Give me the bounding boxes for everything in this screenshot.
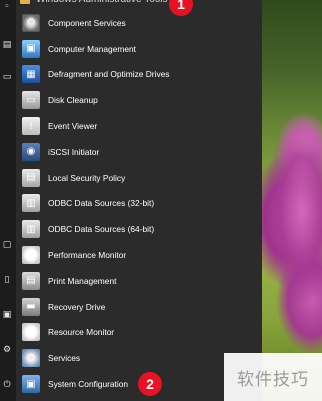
system-configuration-icon: ▣ [22, 375, 40, 394]
print-management-icon: ▤ [22, 271, 40, 290]
menu-item-label: ODBC Data Sources (32-bit) [48, 198, 155, 209]
menu-item-label: Component Services [48, 17, 126, 28]
menu-item-performance-monitor[interactable]: ◔ Performance Monitor [16, 242, 262, 268]
start-menu-app-list: Windows Administrative Tools ⚙ Component … [16, 0, 262, 401]
menu-item-label: Resource Monitor [48, 327, 115, 338]
component-services-icon: ⚙ [22, 13, 40, 32]
menu-item-label: Disk Cleanup [48, 95, 98, 106]
folder-icon [20, 0, 30, 4]
menu-item-defragment-and-optimize-drives[interactable]: ▦ Defragment and Optimize Drives [16, 62, 262, 88]
menu-item-label: System Configuration [48, 379, 129, 390]
menu-item-label: Recovery Drive [48, 301, 106, 312]
defrag-icon: ▦ [22, 65, 40, 84]
menu-item-label: Defragment and Optimize Drives [48, 69, 170, 80]
step-badge-2: 2 [138, 372, 162, 396]
disk-cleanup-icon: ▭ [22, 91, 40, 110]
menu-item-resource-monitor[interactable]: ◔ Resource Monitor [16, 320, 262, 346]
desktop-wallpaper [262, 0, 322, 401]
menu-item-label: Performance Monitor [48, 250, 127, 261]
security-policy-icon: ▤ [22, 168, 40, 187]
menu-item-label: Print Management [48, 275, 117, 286]
menu-item-label: iSCSI Initiator [48, 146, 100, 157]
menu-item-label: ODBC Data Sources (64-bit) [48, 224, 155, 235]
menu-item-label: Local Security Policy [48, 172, 126, 183]
menu-item-odbc-data-sources-32-bit[interactable]: ▥ ODBC Data Sources (32-bit) [16, 191, 262, 217]
menu-item-odbc-data-sources-64-bit[interactable]: ▥ ODBC Data Sources (64-bit) [16, 216, 262, 242]
menu-item-label: Computer Management [48, 43, 136, 54]
menu-item-iscsi-initiator[interactable]: ◉ iSCSI Initiator [16, 139, 262, 165]
services-icon: ⚙ [22, 349, 40, 368]
menu-item-component-services[interactable]: ⚙ Component Services [16, 10, 262, 36]
recovery-drive-icon: ▬ [22, 297, 40, 316]
settings-shortcut-icon[interactable]: ▢ [2, 240, 12, 250]
wallpaper-flower [262, 60, 322, 360]
pictures-icon[interactable]: ▭ [2, 72, 12, 82]
computer-management-icon: ▣ [22, 39, 40, 58]
odbc-icon: ▥ [22, 194, 40, 213]
menu-item-local-security-policy[interactable]: ▤ Local Security Policy [16, 165, 262, 191]
menu-item-label: Event Viewer [48, 121, 98, 132]
menu-item-computer-management[interactable]: ▣ Computer Management [16, 36, 262, 62]
file-explorer-icon[interactable]: ▯ [2, 275, 12, 285]
menu-item-recovery-drive[interactable]: ▬ Recovery Drive [16, 294, 262, 320]
resource-monitor-icon: ◔ [22, 323, 40, 342]
odbc-icon: ▥ [22, 220, 40, 239]
menu-item-print-management[interactable]: ▤ Print Management [16, 268, 262, 294]
power-icon[interactable]: ⏻ [2, 380, 12, 390]
gear-icon[interactable]: ⚙ [2, 345, 12, 355]
menu-list: ⚙ Component Services ▣ Computer Management ▦… [16, 10, 262, 397]
event-viewer-icon: ! [22, 117, 40, 136]
watermark: 软件技巧 [224, 353, 322, 401]
menu-item-disk-cleanup[interactable]: ▭ Disk Cleanup [16, 87, 262, 113]
photos-icon[interactable]: ▣ [2, 310, 12, 320]
menu-item-event-viewer[interactable]: ! Event Viewer [16, 113, 262, 139]
iscsi-icon: ◉ [22, 142, 40, 161]
documents-icon[interactable]: ▤ [2, 40, 12, 50]
menu-item-label: Services [48, 353, 81, 364]
performance-monitor-icon: ◔ [22, 246, 40, 265]
folder-header[interactable]: Windows Administrative Tools [18, 0, 258, 9]
folder-header-label: Windows Administrative Tools [36, 0, 168, 9]
start-left-rail: ◦ ▤ ▭ ▢ ▯ ▣ ⚙ ⏻ [0, 0, 16, 401]
user-icon[interactable]: ◦ [2, 2, 12, 12]
